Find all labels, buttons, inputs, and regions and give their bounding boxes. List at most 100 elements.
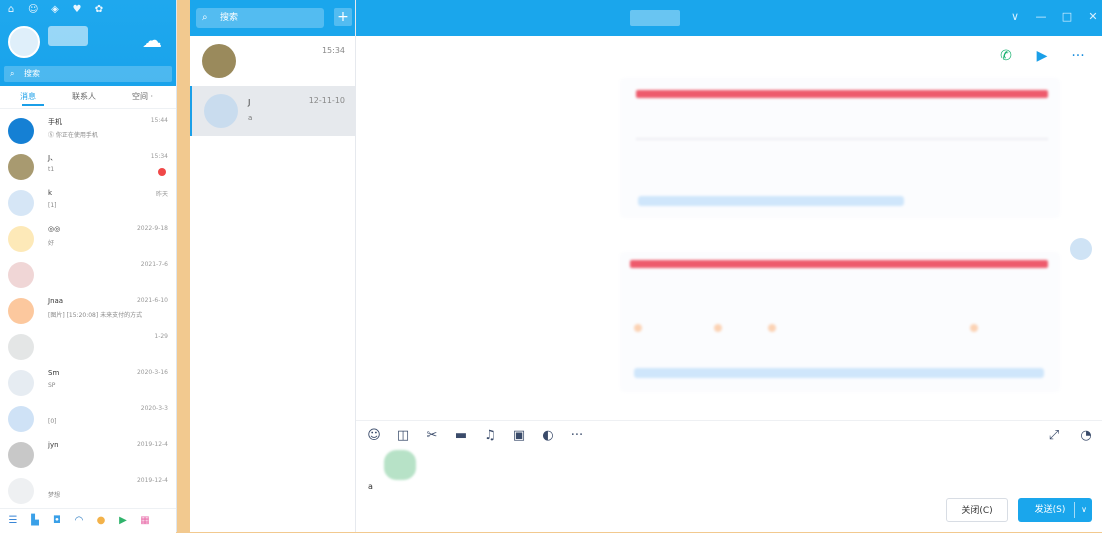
avatar bbox=[204, 94, 238, 128]
voice-call-icon[interactable]: ✆ bbox=[996, 46, 1016, 66]
list-item[interactable]: jyn 2019-12-4 bbox=[0, 436, 176, 474]
app-icon[interactable]: ☰ bbox=[8, 515, 18, 527]
tab-contacts[interactable]: 联系人 bbox=[72, 91, 96, 102]
status-icon[interactable]: ♥ bbox=[72, 5, 82, 15]
avatar bbox=[202, 44, 236, 78]
avatar bbox=[8, 442, 34, 468]
chat-time: 2022-9-18 bbox=[136, 225, 168, 232]
chat-preview: [0] bbox=[48, 418, 57, 425]
chat-name: Sm bbox=[48, 369, 60, 377]
folder-icon[interactable]: ▬ bbox=[453, 428, 469, 444]
status-icon[interactable]: ✿ bbox=[94, 5, 104, 15]
search-input[interactable]: ⌕ 搜索 bbox=[196, 8, 324, 28]
list-item[interactable]: Sm SP 2020-3-16 bbox=[0, 364, 176, 402]
chat-preview: [1] bbox=[48, 202, 57, 209]
headset-icon[interactable]: ◐ bbox=[540, 428, 556, 444]
chat-time: 2020-3-3 bbox=[140, 405, 168, 412]
chat-time: 昨天 bbox=[155, 191, 168, 198]
draft-text[interactable]: a bbox=[368, 482, 373, 491]
status-icon[interactable]: ⌂ bbox=[6, 5, 16, 15]
expand-icon[interactable]: ⤢ bbox=[1046, 428, 1062, 444]
app-icon[interactable]: ◠ bbox=[74, 515, 84, 527]
card-dot bbox=[634, 324, 642, 332]
add-button[interactable]: + bbox=[334, 8, 352, 26]
list-item[interactable]: k [1] 昨天 bbox=[0, 184, 176, 222]
video-call-icon[interactable]: ▶ bbox=[1032, 46, 1052, 66]
list-item[interactable]: [0] 2020-3-3 bbox=[0, 400, 176, 438]
list-item[interactable]: J、 t1 15:34 bbox=[0, 148, 176, 186]
send-separator bbox=[1074, 502, 1075, 518]
conversation-item[interactable]: 15:34 bbox=[190, 36, 355, 86]
avatar bbox=[8, 406, 34, 432]
more-icon[interactable]: ··· bbox=[1068, 46, 1088, 66]
avatar bbox=[8, 262, 34, 288]
avatar bbox=[8, 226, 34, 252]
avatar bbox=[8, 298, 34, 324]
tab-indicator bbox=[22, 104, 44, 106]
app-icon[interactable]: ▦ bbox=[140, 515, 150, 527]
avatar[interactable] bbox=[8, 26, 40, 58]
close-icon[interactable]: ✕ bbox=[1086, 10, 1100, 24]
list-item[interactable]: Jnaa [图片] [15:20:08] 未来支付的方式 2021-6-10 bbox=[0, 292, 176, 330]
scissors-icon[interactable]: ✂ bbox=[424, 428, 440, 444]
chat-name: 手机 bbox=[48, 118, 62, 126]
chat-preview: [图片] [15:20:08] 未来支付的方式 bbox=[48, 312, 143, 319]
list-item[interactable]: 1-29 bbox=[0, 328, 176, 366]
card-footer-bar bbox=[634, 368, 1044, 378]
card-dot bbox=[714, 324, 722, 332]
list-item[interactable]: 梦想 2019-12-4 bbox=[0, 472, 176, 510]
dropdown-icon[interactable]: ∨ bbox=[1008, 10, 1022, 24]
list-item[interactable]: 2021-7-6 bbox=[0, 256, 176, 294]
close-button[interactable]: 关闭(C) bbox=[946, 498, 1008, 522]
emoji-icon[interactable]: ☺ bbox=[366, 428, 382, 444]
card-divider bbox=[636, 138, 1048, 140]
chat-name: k bbox=[48, 189, 53, 197]
my-avatar[interactable] bbox=[1070, 238, 1092, 260]
app-icon[interactable]: ▶ bbox=[118, 515, 128, 527]
maximize-icon[interactable]: □ bbox=[1060, 10, 1074, 24]
card-dot bbox=[768, 324, 776, 332]
chat-preview: SP bbox=[48, 382, 56, 389]
send-label: 发送(S) bbox=[1034, 505, 1066, 515]
left-bottom-bar: ☰ ▙ ◘ ◠ ● ▶ ▦ bbox=[0, 508, 176, 533]
chat-preview: Ⓢ 你正在使用手机 bbox=[48, 132, 98, 139]
avatar bbox=[8, 118, 34, 144]
chat-time: 2021-7-6 bbox=[140, 261, 168, 268]
conversation-preview: a bbox=[248, 114, 253, 122]
app-icon[interactable]: ▙ bbox=[30, 515, 40, 527]
minimize-icon[interactable]: — bbox=[1034, 10, 1048, 24]
conversation-item[interactable]: Ja 12-11-10 bbox=[190, 86, 355, 136]
chat-name: ◎◎ bbox=[48, 225, 61, 233]
more-icon[interactable]: ··· bbox=[569, 428, 585, 444]
status-icon[interactable]: ☺ bbox=[28, 5, 38, 15]
conversation-time: 15:34 bbox=[321, 46, 345, 55]
chat-time: 2020-3-16 bbox=[136, 369, 168, 376]
history-icon[interactable]: ◔ bbox=[1078, 428, 1094, 444]
input-divider bbox=[356, 420, 1102, 421]
app-icon[interactable]: ● bbox=[96, 515, 106, 527]
image-icon[interactable]: ▣ bbox=[511, 428, 527, 444]
weather-icon[interactable]: ☁ bbox=[142, 28, 168, 52]
sticker bbox=[384, 450, 416, 480]
nickname[interactable] bbox=[48, 26, 88, 46]
chevron-down-icon[interactable]: ∨ bbox=[1076, 498, 1092, 522]
status-icon[interactable]: ◈ bbox=[50, 5, 60, 15]
music-icon[interactable]: ♫ bbox=[482, 428, 498, 444]
tab-messages[interactable]: 消息 bbox=[20, 91, 36, 102]
search-icon: ⌕ bbox=[202, 12, 208, 23]
chat-time: 15:44 bbox=[150, 117, 168, 124]
chat-name: J、 bbox=[48, 154, 58, 162]
chat-header bbox=[356, 0, 1102, 36]
message-card[interactable] bbox=[620, 252, 1060, 392]
gif-icon[interactable]: ◫ bbox=[395, 428, 411, 444]
left-search-input[interactable]: ⌕ 搜索 bbox=[4, 66, 172, 82]
app-icon[interactable]: ◘ bbox=[52, 515, 62, 527]
chat-time: 2019-12-4 bbox=[136, 477, 168, 484]
avatar bbox=[8, 190, 34, 216]
message-card[interactable] bbox=[620, 78, 1060, 218]
list-item[interactable]: 手机 Ⓢ 你正在使用手机 15:44 bbox=[0, 112, 176, 150]
tab-space[interactable]: 空间 · bbox=[132, 91, 153, 102]
send-button[interactable]: 发送(S) ∨ bbox=[1018, 498, 1092, 522]
avatar bbox=[8, 478, 34, 504]
list-item[interactable]: ◎◎ 好 2022-9-18 bbox=[0, 220, 176, 258]
